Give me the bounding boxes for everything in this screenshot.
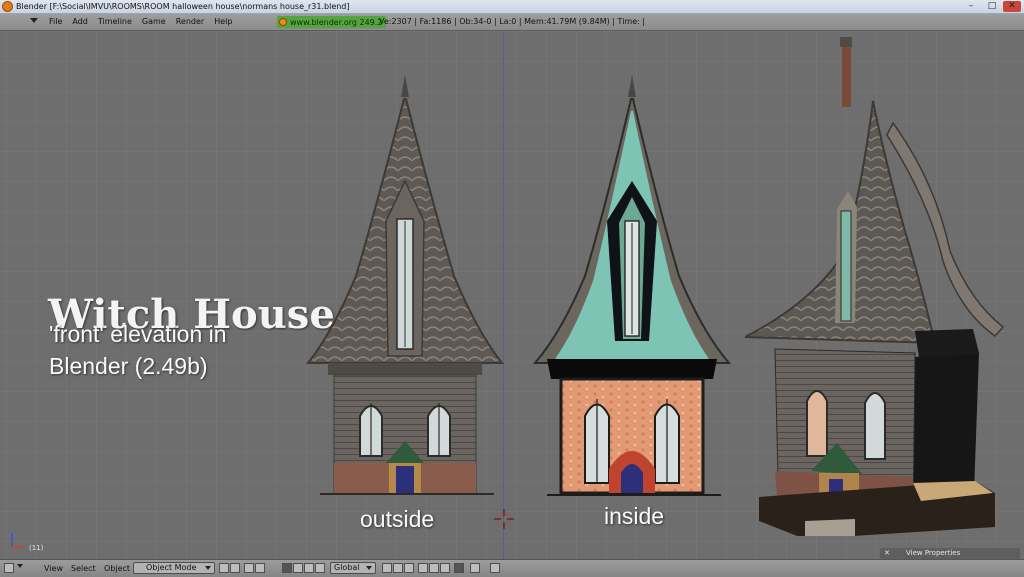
window-title: Blender [F:\Social\IMVU\ROOMS\ROOM hallo… bbox=[16, 2, 350, 11]
draw-type-icon[interactable] bbox=[219, 563, 229, 573]
close-button[interactable]: ✕ bbox=[1003, 1, 1021, 12]
minimize-button[interactable]: – bbox=[962, 1, 980, 12]
3d-cursor-icon[interactable] bbox=[494, 509, 514, 529]
view-properties-label: View Properties bbox=[906, 549, 961, 557]
house-perspective-model[interactable] bbox=[745, 31, 1015, 536]
orientation-select[interactable]: Global bbox=[330, 562, 376, 574]
house-inside-model[interactable] bbox=[527, 71, 737, 501]
version-text: www.blender.org 249.2 bbox=[290, 17, 383, 27]
view-properties-panel[interactable]: ✕ View Properties bbox=[880, 548, 1020, 559]
header-menu-toggle-icon[interactable] bbox=[17, 564, 23, 568]
menu-help[interactable]: Help bbox=[209, 14, 237, 30]
main-menu: File Add Timeline Game Render Help bbox=[44, 14, 237, 30]
layer-2-icon[interactable] bbox=[393, 563, 403, 573]
render-icon[interactable] bbox=[490, 563, 500, 573]
maximize-button[interactable]: □ bbox=[983, 1, 1001, 12]
layer-3-icon[interactable] bbox=[404, 563, 414, 573]
layer-4-icon[interactable] bbox=[418, 563, 428, 573]
rotate-icon[interactable] bbox=[304, 563, 314, 573]
menu-file[interactable]: File bbox=[44, 14, 67, 30]
version-badge[interactable]: www.blender.org 249.2 bbox=[277, 16, 387, 28]
mode-select[interactable]: Object Mode bbox=[133, 562, 215, 574]
window-title-bar: Blender [F:\Social\IMVU\ROOMS\ROOM hallo… bbox=[0, 0, 1024, 14]
slide-subtitle: 'front' elevation in Blender (2.49b) bbox=[49, 321, 227, 379]
pivot-dropdown-icon[interactable] bbox=[255, 563, 265, 573]
blender-logo-icon bbox=[2, 1, 13, 12]
3d-viewport[interactable]: Witch House 'front' elevation in Blender… bbox=[0, 31, 1024, 559]
mode-value: Object Mode bbox=[146, 563, 197, 572]
chevron-down-icon bbox=[366, 566, 372, 570]
layer-5-icon[interactable] bbox=[429, 563, 439, 573]
menu-object[interactable]: Object bbox=[104, 562, 130, 575]
menu-view[interactable]: View bbox=[44, 562, 63, 575]
chevron-down-icon bbox=[205, 566, 211, 570]
frame-number: (11) bbox=[29, 544, 44, 552]
camera-icon[interactable] bbox=[470, 563, 480, 573]
menu-select[interactable]: Select bbox=[71, 562, 96, 575]
lock-icon[interactable] bbox=[454, 563, 464, 573]
layer-1-icon[interactable] bbox=[382, 563, 392, 573]
scale-icon[interactable] bbox=[315, 563, 325, 573]
orientation-value: Global bbox=[334, 563, 360, 572]
scene-stats: Ve:2307 | Fa:1186 | Ob:34-0 | La:0 | Mem… bbox=[379, 17, 646, 26]
header-collapse-icon[interactable] bbox=[30, 18, 38, 23]
translate-icon[interactable] bbox=[293, 563, 303, 573]
menu-game[interactable]: Game bbox=[137, 14, 171, 30]
panel-close-icon[interactable]: ✕ bbox=[884, 548, 890, 559]
menu-add[interactable]: Add bbox=[67, 14, 93, 30]
manipulator-hand-icon[interactable] bbox=[282, 563, 292, 573]
blender-logo-icon bbox=[279, 18, 287, 26]
info-header: File Add Timeline Game Render Help www.b… bbox=[0, 14, 1024, 31]
caption-inside: inside bbox=[604, 503, 665, 529]
pivot-icon[interactable] bbox=[244, 563, 254, 573]
menu-timeline[interactable]: Timeline bbox=[93, 14, 137, 30]
caption-outside: outside bbox=[360, 506, 435, 532]
editor-type-icon[interactable] bbox=[4, 563, 14, 573]
layer-6-icon[interactable] bbox=[440, 563, 450, 573]
menu-render[interactable]: Render bbox=[171, 14, 209, 30]
3d-view-header: View Select Object Object Mode Global bbox=[0, 559, 1024, 577]
shading-icon[interactable] bbox=[230, 563, 240, 573]
house-outside-model[interactable] bbox=[300, 71, 510, 501]
